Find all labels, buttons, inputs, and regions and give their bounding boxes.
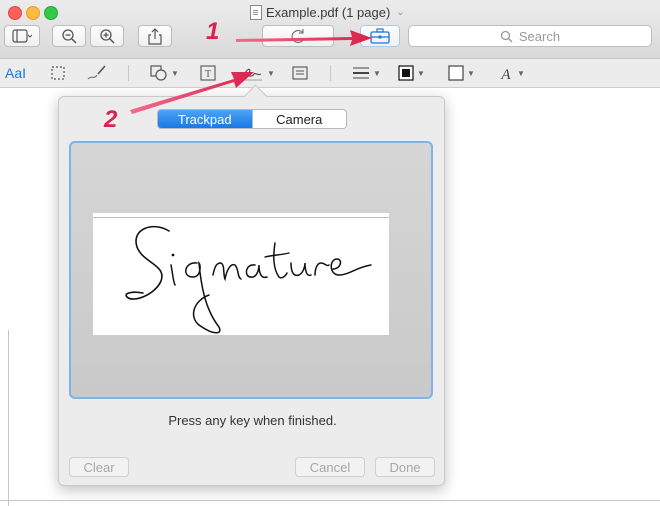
done-button[interactable]: Done: [375, 457, 435, 477]
done-button-label: Done: [389, 459, 421, 475]
clear-button-label: Clear: [83, 459, 115, 475]
signature-popover: Trackpad Camera Press any key when finis…: [58, 84, 445, 486]
clear-button[interactable]: Clear: [69, 457, 129, 477]
handwritten-signature: [125, 225, 372, 334]
step-2-label: 2: [104, 106, 118, 133]
arrow-to-sign-tool: [130, 72, 254, 114]
cancel-button-label: Cancel: [309, 459, 351, 475]
instruction-arrows: [130, 30, 372, 114]
signature-preview: [93, 213, 389, 335]
document-edge: [8, 330, 9, 506]
preview-window: Example.pdf (1 page) ⌄ Search AaI ▼ T ▼ …: [0, 0, 660, 506]
document-edge-bottom: [0, 500, 660, 501]
instruction-text: Press any key when finished.: [168, 413, 337, 428]
trackpad-signature-area[interactable]: [69, 141, 433, 399]
arrow-to-toolbox: [236, 30, 372, 46]
step-1-label: 1: [206, 18, 220, 45]
cancel-button[interactable]: Cancel: [295, 457, 365, 477]
